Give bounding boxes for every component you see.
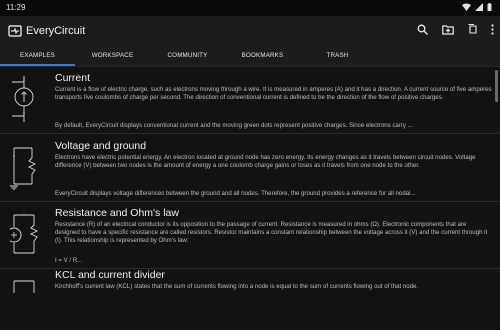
tab-trash[interactable]: TRASH	[300, 46, 375, 66]
item-description: Electrons have electric potential energy…	[55, 154, 476, 170]
add-to-folder-icon[interactable]	[442, 24, 454, 35]
status-bar: 11:29	[0, 0, 500, 16]
tab-workspace[interactable]: WORKSPACE	[75, 46, 150, 66]
status-icons	[462, 3, 492, 11]
signal-icon	[475, 3, 483, 11]
tab-bar: EXAMPLES WORKSPACE COMMUNITY BOOKMARKS T…	[0, 46, 500, 67]
list-item[interactable]: KCL and current divider Kirchhoff's curr…	[0, 264, 500, 330]
everycircuit-logo-icon	[8, 25, 22, 37]
app-actions	[417, 24, 494, 35]
sync-icon[interactable]	[468, 24, 477, 35]
scrollbar-thumb[interactable]	[495, 70, 498, 102]
list-item[interactable]: Current Current is a flow of electric ch…	[0, 67, 500, 134]
list-item[interactable]: Resistance and Ohm's law Resistance (R) …	[0, 202, 500, 269]
item-description-more: By default, EveryCircuit displays conven…	[55, 122, 413, 129]
more-options-icon[interactable]	[491, 24, 494, 35]
tab-bookmarks[interactable]: BOOKMARKS	[225, 46, 300, 66]
app-title: EveryCircuit	[26, 25, 86, 37]
item-title: Resistance and Ohm's law	[55, 207, 179, 219]
tab-community[interactable]: COMMUNITY	[150, 46, 225, 66]
search-icon[interactable]	[417, 24, 428, 35]
status-time: 11:29	[6, 3, 26, 12]
item-description: Kirchhoff's current law (KCL) states tha…	[55, 283, 419, 290]
item-title: Voltage and ground	[55, 140, 147, 152]
item-title: KCL and current divider	[55, 269, 165, 281]
tab-examples[interactable]: EXAMPLES	[0, 46, 75, 66]
circuit-thumbnail-icon	[10, 214, 38, 254]
circuit-thumbnail-icon	[10, 147, 37, 190]
battery-icon	[487, 3, 492, 11]
app-bar: EveryCircuit	[0, 16, 500, 46]
circuit-thumbnail-icon	[12, 76, 34, 122]
item-title: Current	[55, 72, 91, 84]
item-description-more: EveryCircuit displays voltage difference…	[55, 190, 416, 197]
wifi-icon	[462, 3, 471, 11]
list-item[interactable]: Voltage and ground Electrons have electr…	[0, 135, 500, 202]
item-description: Resistance (R) of an electrical conducto…	[55, 221, 488, 245]
circuit-thumbnail-icon	[13, 280, 35, 293]
item-description: Current is a flow of electric charge, su…	[55, 86, 492, 102]
active-tab-indicator	[0, 64, 75, 66]
